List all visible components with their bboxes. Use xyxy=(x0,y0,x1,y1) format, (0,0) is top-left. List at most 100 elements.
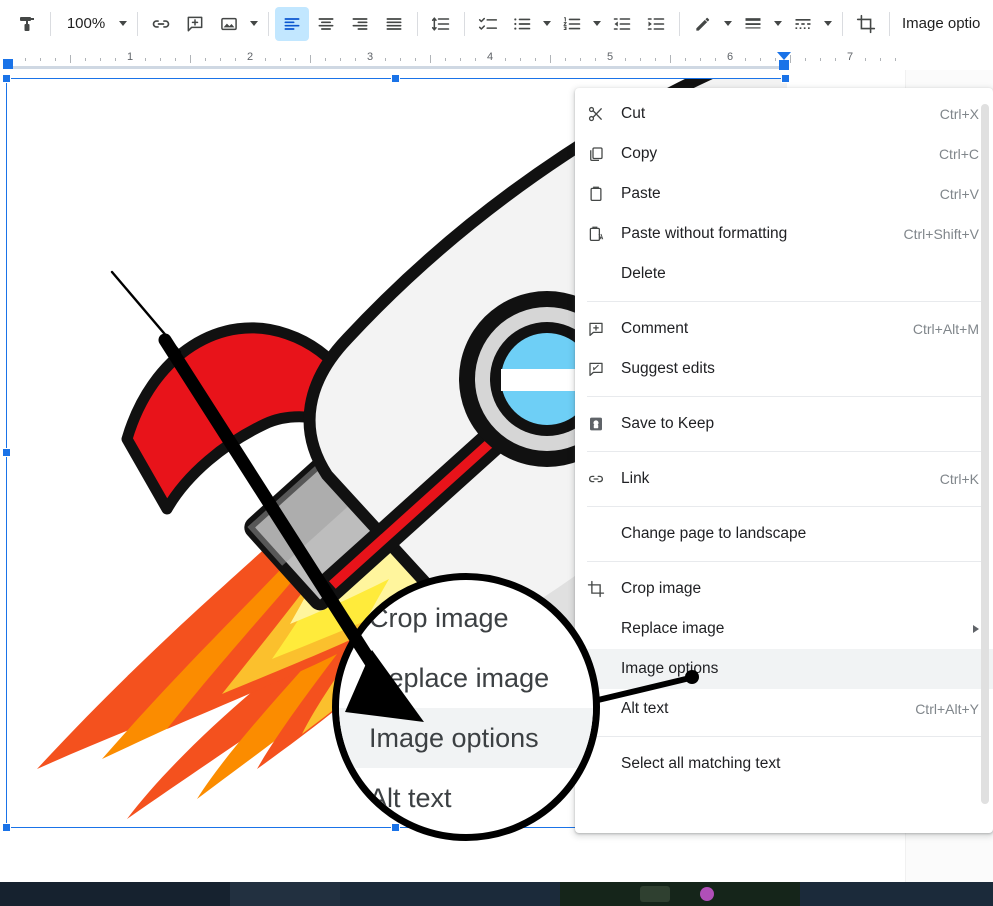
link-icon xyxy=(151,14,171,34)
insert-link-button[interactable] xyxy=(144,7,178,41)
border-dash-icon xyxy=(793,14,813,34)
taskbar-region-mid xyxy=(230,882,340,906)
menu-item-shortcut: Ctrl+X xyxy=(939,106,979,122)
menu-item-shortcut: Ctrl+Alt+M xyxy=(912,321,979,337)
menu-item-replace-image[interactable]: Replace image xyxy=(575,609,993,649)
menu-divider xyxy=(587,396,981,397)
align-right-button[interactable] xyxy=(343,7,377,41)
border-dash-button[interactable] xyxy=(786,7,820,41)
keep-icon xyxy=(587,415,621,433)
align-right-icon xyxy=(350,14,370,34)
menu-item-select-all-matching-text[interactable]: Select all matching text xyxy=(575,744,993,784)
checklist-button[interactable] xyxy=(471,7,505,41)
bulleted-list-icon xyxy=(512,14,532,34)
line-spacing-button[interactable] xyxy=(424,7,458,41)
menu-divider xyxy=(587,506,981,507)
pencil-caret-icon[interactable] xyxy=(720,7,736,41)
image-context-menu[interactable]: Cut Ctrl+X Copy Ctrl+C Paste Ctrl+V Paste with… xyxy=(575,88,993,833)
taskbar[interactable] xyxy=(0,882,993,906)
menu-divider xyxy=(587,301,981,302)
border-color-button[interactable] xyxy=(686,7,720,41)
decrease-indent-icon xyxy=(612,14,632,34)
align-center-button[interactable] xyxy=(309,7,343,41)
menu-item-alt-text[interactable]: Alt text Ctrl+Alt+Y xyxy=(575,689,993,729)
bulleted-list-caret-icon[interactable] xyxy=(539,7,555,41)
menu-scrollbar[interactable] xyxy=(981,104,989,804)
border-dash-caret-icon[interactable] xyxy=(820,7,836,41)
left-indent-marker[interactable] xyxy=(3,59,13,69)
menu-item-change-page-to-landscape[interactable]: Change page to landscape xyxy=(575,514,993,554)
menu-item-label: Suggest edits xyxy=(621,360,715,377)
align-left-button[interactable] xyxy=(275,6,309,41)
ruler[interactable]: 1234567 xyxy=(0,48,993,70)
insert-image-icon xyxy=(219,14,239,34)
border-weight-caret-icon[interactable] xyxy=(770,7,786,41)
menu-item-label: Cut xyxy=(621,105,646,122)
add-comment-button[interactable] xyxy=(178,7,212,41)
resize-handle-top-center[interactable] xyxy=(391,74,400,83)
menu-divider xyxy=(587,561,981,562)
magnified-menu-item: Replace image xyxy=(339,648,593,708)
menu-item-label: Change page to landscape xyxy=(621,525,807,542)
numbered-list-button[interactable] xyxy=(555,7,589,41)
menu-item-suggest-edits[interactable]: Suggest edits xyxy=(575,349,993,389)
menu-item-shortcut: Ctrl+C xyxy=(938,146,979,162)
menu-item-label: Delete xyxy=(621,265,666,282)
toolbar-divider xyxy=(464,11,465,36)
menu-item-paste[interactable]: Paste Ctrl+V xyxy=(575,174,993,214)
menu-item-shortcut: Ctrl+K xyxy=(939,471,979,487)
align-left-icon xyxy=(282,14,302,34)
menu-item-delete[interactable]: Delete xyxy=(575,254,993,294)
insert-image-button[interactable] xyxy=(212,7,246,41)
image-caret-icon[interactable] xyxy=(246,7,262,41)
taskbar-window-icon[interactable] xyxy=(640,886,670,902)
menu-item-link[interactable]: Link Ctrl+K xyxy=(575,459,993,499)
toolbar-divider xyxy=(842,11,843,36)
toolbar-divider xyxy=(268,11,269,36)
right-indent-marker[interactable] xyxy=(777,52,791,70)
menu-item-copy[interactable]: Copy Ctrl+C xyxy=(575,134,993,174)
toolbar: 100% Image optio xyxy=(0,0,993,48)
resize-handle-top-left[interactable] xyxy=(2,74,11,83)
menu-item-paste-without-formatting[interactable]: Paste without formatting Ctrl+Shift+V xyxy=(575,214,993,254)
line-spacing-icon xyxy=(431,14,451,34)
paint-format-button[interactable] xyxy=(10,7,44,41)
increase-indent-button[interactable] xyxy=(639,7,673,41)
suggest-edits-icon xyxy=(587,360,621,378)
clipboard-icon xyxy=(587,185,621,203)
align-justify-button[interactable] xyxy=(377,7,411,41)
taskbar-region-right xyxy=(560,882,800,906)
menu-item-crop-image[interactable]: Crop image xyxy=(575,569,993,609)
decrease-indent-button[interactable] xyxy=(605,7,639,41)
taskbar-app-icon[interactable] xyxy=(700,887,714,901)
ruler-margin-bar xyxy=(10,66,785,69)
menu-item-image-options[interactable]: Image options xyxy=(575,649,993,689)
align-center-icon xyxy=(316,14,336,34)
resize-handle-bottom-left[interactable] xyxy=(2,823,11,832)
bulleted-list-button[interactable] xyxy=(505,7,539,41)
align-justify-icon xyxy=(384,14,404,34)
crop-image-button[interactable] xyxy=(849,7,883,41)
resize-handle-top-right[interactable] xyxy=(781,74,790,83)
magnified-menu-item-label: Crop image xyxy=(369,602,509,633)
zoom-value[interactable]: 100% xyxy=(57,9,115,39)
numbered-list-caret-icon[interactable] xyxy=(589,7,605,41)
menu-item-label: Select all matching text xyxy=(621,755,781,772)
magnified-menu-item: Image options xyxy=(339,708,593,768)
image-options-toolbar-label[interactable]: Image optio xyxy=(896,15,980,32)
numbered-list-icon xyxy=(562,14,582,34)
toolbar-divider xyxy=(889,11,890,36)
taskbar-region-left xyxy=(0,882,230,906)
resize-handle-middle-left[interactable] xyxy=(2,448,11,457)
link-icon xyxy=(587,470,621,488)
menu-item-save-to-keep[interactable]: Save to Keep xyxy=(575,404,993,444)
zoom-caret-icon[interactable] xyxy=(115,7,131,41)
menu-item-label: Save to Keep xyxy=(621,415,715,432)
magnified-menu-item: Alt text xyxy=(339,768,593,828)
menu-item-cut[interactable]: Cut Ctrl+X xyxy=(575,94,993,134)
menu-item-label: Crop image xyxy=(621,580,702,597)
magnified-menu-item-label: Image options xyxy=(369,722,539,753)
border-weight-button[interactable] xyxy=(736,7,770,41)
menu-item-comment[interactable]: Comment Ctrl+Alt+M xyxy=(575,309,993,349)
checklist-icon xyxy=(478,14,498,34)
